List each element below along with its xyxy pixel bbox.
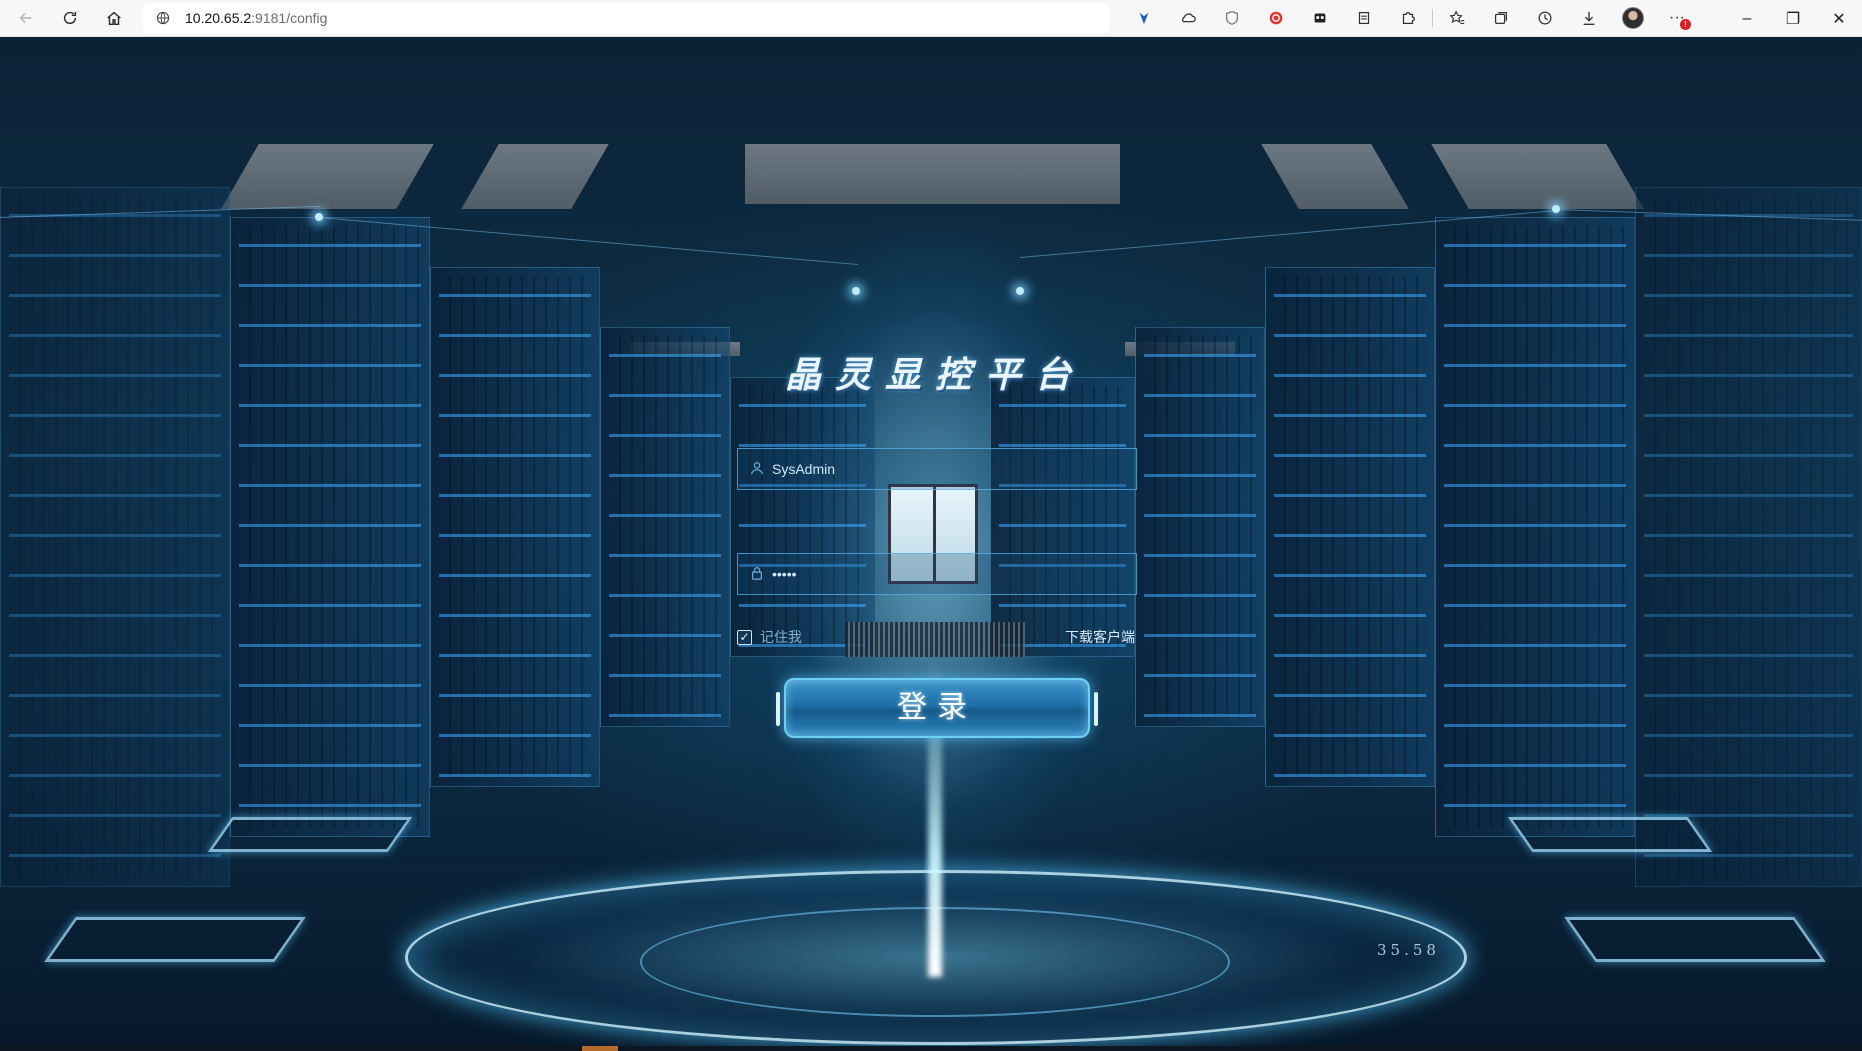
extension-panel-icon: [1314, 13, 1326, 23]
cloud-icon: [1182, 13, 1196, 23]
user-icon: [750, 461, 766, 477]
background-scene: 35.58: [0, 37, 1862, 1051]
ceiling-panel: [745, 144, 1120, 204]
network-node: [1552, 205, 1560, 213]
shield-button[interactable]: [1210, 3, 1254, 33]
remember-me[interactable]: ✓ 记住我: [737, 627, 802, 647]
remember-checkbox[interactable]: ✓: [737, 629, 752, 645]
shield-icon: [1225, 11, 1239, 25]
network-node: [315, 213, 323, 221]
toolbar-separator: [1432, 9, 1433, 27]
history-icon: [1538, 11, 1552, 25]
server-rack: [230, 217, 430, 837]
download-icon: [1583, 11, 1595, 25]
globe-icon: [155, 10, 171, 26]
minimize-button[interactable]: –: [1724, 0, 1770, 37]
profile-avatar: [1622, 7, 1644, 29]
server-rack: [1135, 327, 1265, 727]
puzzle-icon: [1402, 11, 1415, 25]
server-rack: [1435, 217, 1635, 837]
floor-vents: [845, 622, 1025, 657]
server-rack: [730, 377, 875, 657]
collections-icon: [1494, 11, 1508, 25]
download-button[interactable]: [1567, 3, 1611, 33]
window-controls: – ❐ ✕: [1724, 0, 1862, 37]
network-node: [852, 287, 860, 295]
url-host: 10.20.65.2: [185, 10, 252, 26]
floor-frame: [207, 817, 413, 852]
ceiling-panel: [1431, 144, 1644, 209]
reading-icon: [1358, 11, 1370, 25]
restore-button[interactable]: ❐: [1770, 0, 1816, 37]
server-rack: [990, 377, 1135, 657]
url-path: :9181/config: [251, 10, 328, 26]
ceiling-panel: [1261, 144, 1409, 209]
ceiling-panel: [461, 144, 609, 209]
server-rack: [0, 187, 230, 887]
arrow-left-icon: [19, 12, 32, 24]
network-node: [1016, 287, 1024, 295]
server-rack: [600, 327, 730, 727]
server-rack: [1265, 267, 1435, 787]
server-rack: [1635, 187, 1862, 887]
extension-panel-button[interactable]: [1298, 3, 1342, 33]
reading-button[interactable]: [1342, 3, 1386, 33]
notification-badge: !: [1680, 19, 1691, 30]
login-button[interactable]: 登录: [776, 678, 1098, 738]
home-icon: [107, 11, 121, 26]
back-button[interactable]: [8, 3, 44, 33]
page-title: 晶灵显控平台: [784, 354, 1085, 395]
address-bar[interactable]: 10.20.65.2:9181/config: [143, 3, 1110, 33]
favorites-button[interactable]: [1435, 3, 1479, 33]
server-rack: [430, 267, 600, 787]
refresh-icon: [63, 11, 77, 25]
history-button[interactable]: [1523, 3, 1567, 33]
refresh-button[interactable]: [52, 3, 88, 33]
password-field[interactable]: [737, 553, 1137, 595]
lock-icon: [750, 566, 766, 582]
location-pin-button[interactable]: [1122, 3, 1166, 33]
cloud-button[interactable]: [1166, 3, 1210, 33]
remember-label: 记住我: [760, 629, 802, 645]
download-client-link[interactable]: 下载客户端: [1065, 627, 1135, 647]
favorites-icon: [1449, 10, 1465, 24]
username-input[interactable]: [772, 461, 1136, 477]
profile-button[interactable]: [1611, 3, 1655, 33]
browser-extensions: ··· !: [1122, 3, 1699, 33]
floor-frame: [1564, 917, 1826, 962]
ceiling-panel: [221, 144, 434, 209]
floor-frame: [1507, 817, 1713, 852]
bottom-strip: [0, 1046, 1862, 1051]
puzzle-button[interactable]: [1386, 3, 1430, 33]
floor-frame: [44, 917, 306, 962]
adblock-icon: [1269, 11, 1283, 25]
close-button[interactable]: ✕: [1816, 0, 1862, 37]
home-button[interactable]: [96, 3, 132, 33]
collections-button[interactable]: [1479, 3, 1523, 33]
username-field[interactable]: [737, 448, 1137, 490]
password-input[interactable]: [772, 566, 1136, 582]
more-button[interactable]: ··· !: [1655, 3, 1699, 33]
browser-toolbar: 10.20.65.2:9181/config ··· ! – ❐ ✕: [0, 0, 1862, 37]
scene-counter: 35.58: [1377, 941, 1440, 959]
location-pin-icon: [1139, 12, 1149, 25]
adblock-button[interactable]: [1254, 3, 1298, 33]
